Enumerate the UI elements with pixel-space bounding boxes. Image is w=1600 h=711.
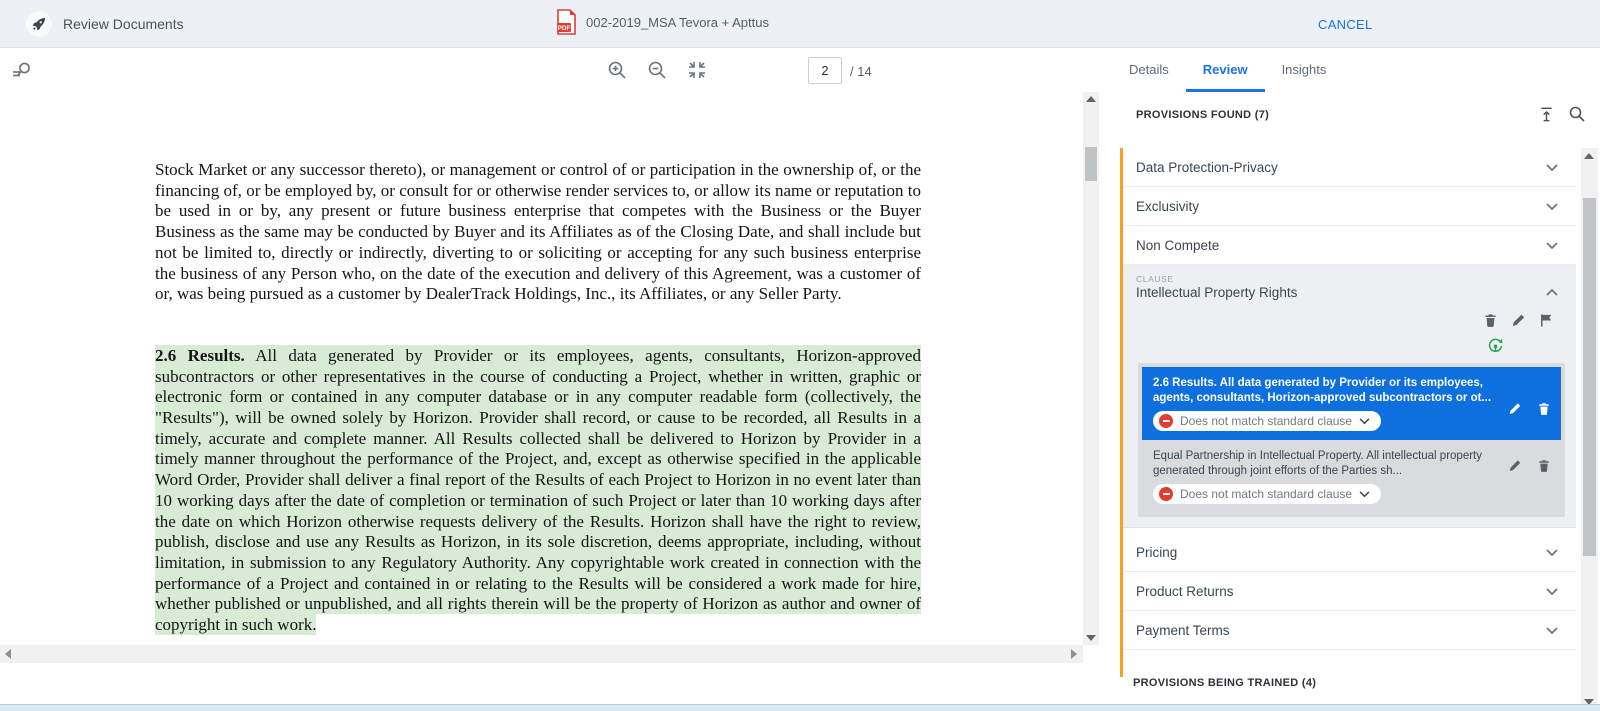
clause-match-text: Equal Partnership in Intellectual Proper… xyxy=(1153,449,1501,478)
zoom-out-icon[interactable] xyxy=(646,59,668,81)
provision-item-pricing[interactable]: Pricing xyxy=(1123,533,1576,572)
page-title: Review Documents xyxy=(63,16,184,32)
bottom-strip xyxy=(0,704,1600,711)
chevron-down-icon xyxy=(1546,588,1558,596)
provision-item-data-protection-privacy[interactable]: Data Protection-Privacy xyxy=(1123,148,1576,187)
page-number-input[interactable] xyxy=(808,57,842,84)
chevron-down-icon xyxy=(1546,203,1558,211)
scroll-up-arrow[interactable] xyxy=(1086,96,1096,102)
chevron-down-icon xyxy=(1546,549,1558,557)
clause-match-card[interactable]: Equal Partnership in Intellectual Proper… xyxy=(1142,440,1561,513)
panel-scroll-thumb[interactable] xyxy=(1583,198,1596,556)
document-horizontal-scrollbar[interactable] xyxy=(0,645,1083,663)
provision-item-product-returns[interactable]: Product Returns xyxy=(1123,572,1576,611)
chevron-down-icon xyxy=(1359,418,1370,425)
collapse-all-icon[interactable] xyxy=(1538,105,1555,123)
clause-match-card-selected[interactable]: 2.6 Results. All data generated by Provi… xyxy=(1142,367,1561,440)
highlighted-provision-text: 2.6 Results. All data generated by Provi… xyxy=(155,345,921,635)
svg-text:PDF: PDF xyxy=(558,25,571,32)
edit-clause-icon[interactable] xyxy=(1508,401,1522,416)
scroll-right-arrow[interactable] xyxy=(1071,649,1077,659)
chevron-down-icon xyxy=(1546,164,1558,172)
card-actions xyxy=(1508,458,1551,473)
clause-actions xyxy=(1123,312,1554,328)
tab-insights[interactable]: Insights xyxy=(1265,48,1344,92)
provisions-header-actions xyxy=(1538,105,1586,123)
retrain-row xyxy=(1123,337,1504,355)
search-provisions-icon[interactable] xyxy=(1568,105,1586,123)
provisions-found-header: PROVISIONS FOUND (7) xyxy=(1136,109,1269,121)
no-match-icon xyxy=(1159,487,1173,501)
cancel-button[interactable]: CANCEL xyxy=(1318,17,1373,32)
provisions-list: Data Protection-Privacy Exclusivity Non … xyxy=(1123,148,1576,650)
rocket-icon xyxy=(26,11,52,37)
edit-provision-icon[interactable] xyxy=(1511,312,1526,328)
clause-name-row[interactable]: Intellectual Property Rights xyxy=(1136,285,1576,300)
delete-clause-icon[interactable] xyxy=(1537,401,1551,416)
chevron-down-icon xyxy=(1546,242,1558,250)
document-name: 002-2019_MSA Tevora + Apttus xyxy=(586,15,769,30)
no-match-icon xyxy=(1159,414,1173,428)
provision-item-payment-terms[interactable]: Payment Terms xyxy=(1123,611,1576,650)
find-in-document-icon[interactable] xyxy=(11,59,33,81)
provision-item-exclusivity[interactable]: Exclusivity xyxy=(1123,187,1576,226)
match-status-dropdown[interactable]: Does not match standard clause xyxy=(1153,484,1381,504)
fit-to-screen-icon[interactable] xyxy=(686,59,708,81)
chevron-down-icon xyxy=(1359,491,1370,498)
vertical-scroll-thumb[interactable] xyxy=(1085,147,1097,181)
chevron-up-icon xyxy=(1546,288,1558,296)
card-actions xyxy=(1508,401,1551,416)
tab-review[interactable]: Review xyxy=(1186,48,1265,92)
delete-clause-icon[interactable] xyxy=(1537,458,1551,473)
zoom-in-icon[interactable] xyxy=(606,59,628,81)
clause-type-label: CLAUSE xyxy=(1136,274,1576,284)
tab-details[interactable]: Details xyxy=(1112,48,1186,92)
provision-expanded-intellectual-property: CLAUSE Intellectual Property Rights xyxy=(1123,265,1576,528)
document-page: Stock Market or any successor thereto), … xyxy=(155,160,921,636)
clause-match-text: 2.6 Results. All data generated by Provi… xyxy=(1153,376,1501,405)
provisions-trained-header: PROVISIONS BEING TRAINED (4) xyxy=(1133,677,1316,689)
clause-name: Intellectual Property Rights xyxy=(1136,285,1297,300)
review-panel: Details Review Insights PROVISIONS FOUND… xyxy=(1100,48,1600,711)
panel-scrollbar[interactable] xyxy=(1581,148,1598,711)
scroll-left-arrow[interactable] xyxy=(5,649,11,659)
viewer-toolbar: / 14 xyxy=(0,48,1100,92)
app-window: Review Documents PDF 002-2019_MSA Tevora… xyxy=(0,0,1600,711)
document-paragraph-highlighted[interactable]: 2.6 Results. All data generated by Provi… xyxy=(155,346,921,636)
chevron-down-icon xyxy=(1546,627,1558,635)
panel-tabs: Details Review Insights xyxy=(1100,48,1343,92)
document-canvas[interactable]: Stock Market or any successor thereto), … xyxy=(0,92,1083,645)
document-paragraph: Stock Market or any successor thereto), … xyxy=(155,160,921,305)
clause-matches-container: 2.6 Results. All data generated by Provi… xyxy=(1138,363,1565,517)
provision-item-non-compete[interactable]: Non Compete xyxy=(1123,226,1576,265)
document-vertical-scrollbar[interactable] xyxy=(1083,92,1099,645)
top-bar: Review Documents PDF 002-2019_MSA Tevora… xyxy=(0,0,1600,48)
document-title-group: PDF 002-2019_MSA Tevora + Apttus xyxy=(556,9,769,35)
scroll-down-arrow[interactable] xyxy=(1086,635,1096,641)
top-bar-left: Review Documents xyxy=(26,11,184,37)
page-total-label: / 14 xyxy=(850,64,872,79)
retrain-provision-icon[interactable] xyxy=(1487,337,1504,355)
match-status-dropdown[interactable]: Does not match standard clause xyxy=(1153,411,1381,431)
pdf-icon: PDF xyxy=(556,9,577,35)
edit-clause-icon[interactable] xyxy=(1508,458,1522,473)
flag-provision-icon[interactable] xyxy=(1539,312,1554,328)
delete-provision-icon[interactable] xyxy=(1483,312,1498,328)
scroll-up-arrow[interactable] xyxy=(1584,153,1594,159)
